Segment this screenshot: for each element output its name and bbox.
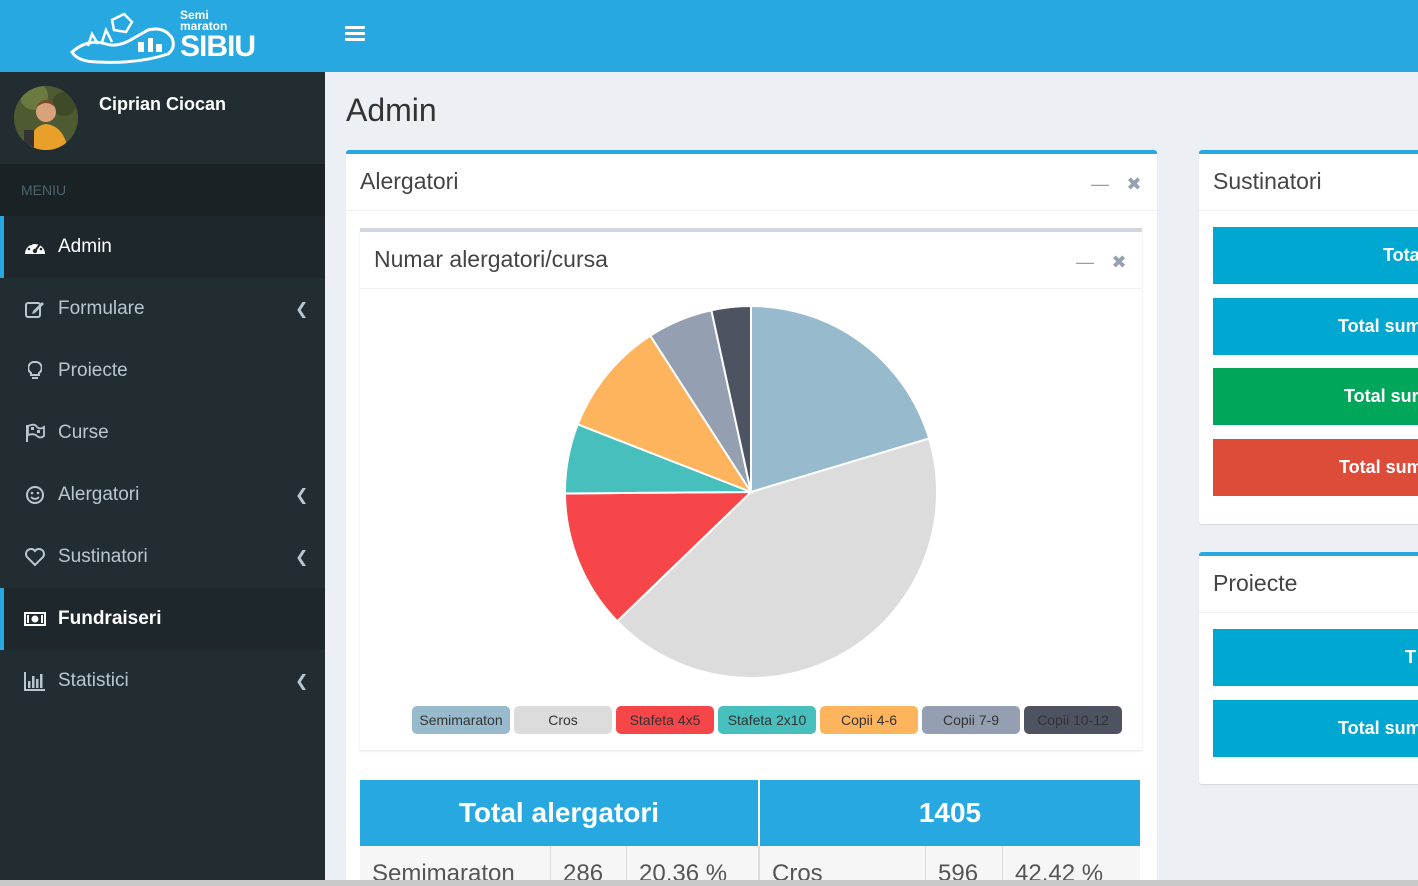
sustinatori-total-sum-button[interactable]: Total sum <box>1213 298 1418 355</box>
legend-item-copii-4-6: Copii 4-6 <box>820 706 918 734</box>
close-icon[interactable]: ✖ <box>1110 252 1128 273</box>
sustinatori-box: Sustinatori Tota Total sum Total sur Tot… <box>1199 150 1418 524</box>
sidebar: Ciprian Ciocan MENIU Admin Formulare ❮ P… <box>0 72 325 886</box>
proiecte-box-title: Proiecte <box>1213 570 1298 596</box>
summary-table: Total alergatori 1405 Semimaraton 286 20… <box>360 780 1140 886</box>
brand-subtitle: Semi maraton <box>180 9 227 32</box>
proiecte-box: Proiecte T Total sum <box>1199 552 1418 784</box>
sustinatori-box-title: Sustinatori <box>1213 168 1322 194</box>
sidebar-item-label: Proiecte <box>58 360 128 381</box>
flag-checkered-icon <box>24 422 46 444</box>
sidebar-item-label: Admin <box>58 236 112 257</box>
proiecte-total-sum-button[interactable]: Total sum <box>1213 700 1418 757</box>
user-name: Ciprian Ciocan <box>99 94 227 114</box>
bar-chart-icon <box>24 670 46 692</box>
sidebar-item-label: Formulare <box>58 298 145 319</box>
collapse-icon[interactable]: — <box>1076 252 1094 273</box>
sustinatori-total-button[interactable]: Tota <box>1213 227 1418 284</box>
button-label: Total sum <box>1338 316 1418 336</box>
legend-item-copii-10-12: Copii 10-12 <box>1024 706 1122 734</box>
chart-box-header: Numar alergatori/cursa — ✖ <box>360 232 1142 289</box>
dashboard-icon <box>24 236 46 258</box>
runner-shoe-logo-icon <box>70 12 175 64</box>
total-alergatori-label: Total alergatori <box>360 780 760 846</box>
user-panel: Ciprian Ciocan <box>0 72 325 164</box>
sidebar-item-sustinatori[interactable]: Sustinatori ❮ <box>0 526 325 588</box>
sidebar-item-label: Sustinatori <box>58 546 148 567</box>
button-label: Total sum <box>1339 457 1418 477</box>
sidebar-toggle-icon[interactable] <box>345 26 365 44</box>
chart-legend: Semimaraton Cros Stafeta 4x5 Stafeta 2x10 Co… <box>412 706 1122 734</box>
proiecte-total-button[interactable]: T <box>1213 629 1418 686</box>
lightbulb-icon <box>24 360 46 382</box>
legend-item-stafeta-4x5: Stafeta 4x5 <box>616 706 714 734</box>
chevron-left-icon: ❮ <box>295 673 309 690</box>
collapse-icon[interactable]: — <box>1091 174 1109 195</box>
smile-icon <box>24 484 46 506</box>
money-icon <box>24 608 46 630</box>
sidebar-item-curse[interactable]: Curse <box>0 402 325 464</box>
alergatori-box-tools: — ✖ <box>1091 174 1143 195</box>
sidebar-item-statistici[interactable]: Statistici ❮ <box>0 650 325 712</box>
os-taskbar <box>0 880 1418 886</box>
button-label: T <box>1405 647 1416 667</box>
chevron-left-icon: ❮ <box>295 487 309 504</box>
legend-item-semimaraton: Semimaraton <box>412 706 510 734</box>
chart-title: Numar alergatori/cursa <box>374 246 608 272</box>
top-navbar: Semi maraton SIBIU <box>0 0 1418 72</box>
chevron-left-icon: ❮ <box>295 549 309 566</box>
legend-item-cros: Cros <box>514 706 612 734</box>
proiecte-box-header: Proiecte <box>1199 556 1418 613</box>
chart-box-tools: — ✖ <box>1076 252 1128 273</box>
sidebar-item-label: Fundraiseri <box>58 608 162 629</box>
sidebar-item-alergatori[interactable]: Alergatori ❮ <box>0 464 325 526</box>
close-icon[interactable]: ✖ <box>1125 174 1143 195</box>
button-label: Total sur <box>1344 386 1418 406</box>
sidebar-item-formulare[interactable]: Formulare ❮ <box>0 278 325 340</box>
menu-header: MENIU <box>0 164 325 216</box>
chevron-left-icon: ❮ <box>295 301 309 318</box>
logo[interactable]: Semi maraton SIBIU <box>0 0 325 72</box>
alergatori-box: Alergatori — ✖ Numar alergatori/cursa — … <box>346 150 1157 886</box>
legend-item-stafeta-2x10: Stafeta 2x10 <box>718 706 816 734</box>
legend-item-copii-7-9: Copii 7-9 <box>922 706 1020 734</box>
edit-icon <box>24 298 46 320</box>
sustinatori-total-sum-green-button[interactable]: Total sur <box>1213 368 1418 425</box>
button-label: Total sum <box>1338 718 1418 738</box>
page-title: Admin <box>346 92 437 128</box>
heart-icon <box>24 546 46 568</box>
chart-box: Numar alergatori/cursa — ✖ Semimaraton Cr… <box>360 228 1142 750</box>
alergatori-box-title: Alergatori <box>360 168 459 194</box>
avatar <box>14 86 78 150</box>
summary-table-header: Total alergatori 1405 <box>360 780 1140 846</box>
sidebar-item-fundraiseri[interactable]: Fundraiseri <box>0 588 325 650</box>
sidebar-item-label: Curse <box>58 422 109 443</box>
sustinatori-box-header: Sustinatori <box>1199 154 1418 211</box>
sidebar-item-proiecte[interactable]: Proiecte <box>0 340 325 402</box>
sidebar-item-admin[interactable]: Admin <box>0 216 325 278</box>
alergatori-box-header: Alergatori — ✖ <box>346 154 1157 211</box>
sustinatori-total-sum-red-button[interactable]: Total sum <box>1213 439 1418 496</box>
sidebar-item-label: Statistici <box>58 670 129 691</box>
sidebar-item-label: Alergatori <box>58 484 140 505</box>
total-alergatori-value: 1405 <box>760 780 1140 846</box>
button-label: Tota <box>1383 245 1418 265</box>
brand-name: SIBIU <box>180 30 256 63</box>
pie-chart <box>563 304 938 679</box>
